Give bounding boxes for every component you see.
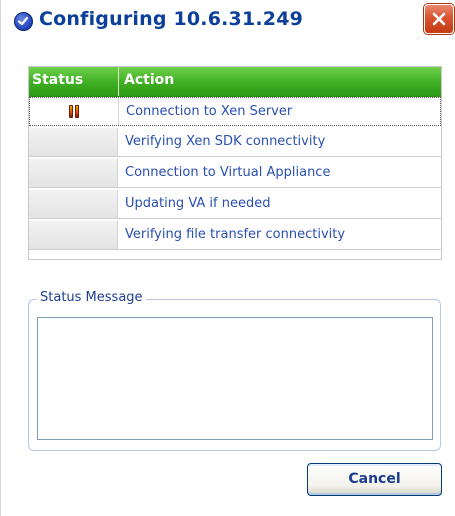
action-cell: Verifying Xen SDK connectivity	[125, 134, 326, 149]
table-row[interactable]: Verifying file transfer connectivity	[29, 221, 441, 250]
status-cell	[30, 98, 119, 125]
check-circle-icon	[14, 12, 33, 31]
status-message-box[interactable]	[37, 317, 433, 440]
action-cell: Updating VA if needed	[125, 196, 271, 211]
table-header: Status Action	[29, 67, 441, 97]
pause-icon	[69, 105, 81, 119]
status-message-group: Status Message	[28, 290, 441, 451]
close-button[interactable]	[424, 4, 454, 34]
status-cell	[29, 190, 118, 218]
cancel-button-label: Cancel	[348, 471, 401, 487]
title-bar[interactable]: Configuring 10.6.31.249	[1, 0, 455, 48]
status-cell	[29, 221, 118, 249]
action-cell: Connection to Xen Server	[126, 104, 293, 119]
table-row[interactable]: Connection to Virtual Appliance	[29, 159, 441, 188]
column-header-action[interactable]: Action	[124, 72, 174, 88]
dialog-title: Configuring 10.6.31.249	[39, 8, 304, 30]
column-divider	[118, 67, 119, 96]
configure-dialog: Configuring 10.6.31.249 Status Action Co…	[0, 0, 455, 516]
cancel-button[interactable]: Cancel	[307, 463, 442, 496]
status-cell	[29, 128, 118, 156]
steps-table: Status Action Connection to Xen Server V…	[28, 66, 442, 260]
status-cell	[29, 159, 118, 187]
table-row[interactable]: Connection to Xen Server	[29, 97, 441, 126]
table-row[interactable]: Updating VA if needed	[29, 190, 441, 219]
close-icon	[432, 12, 446, 26]
action-cell: Verifying file transfer connectivity	[125, 227, 346, 242]
table-row[interactable]: Verifying Xen SDK connectivity	[29, 128, 441, 157]
status-message-label: Status Message	[37, 290, 146, 305]
action-cell: Connection to Virtual Appliance	[125, 165, 331, 180]
column-header-status[interactable]: Status	[32, 72, 83, 88]
